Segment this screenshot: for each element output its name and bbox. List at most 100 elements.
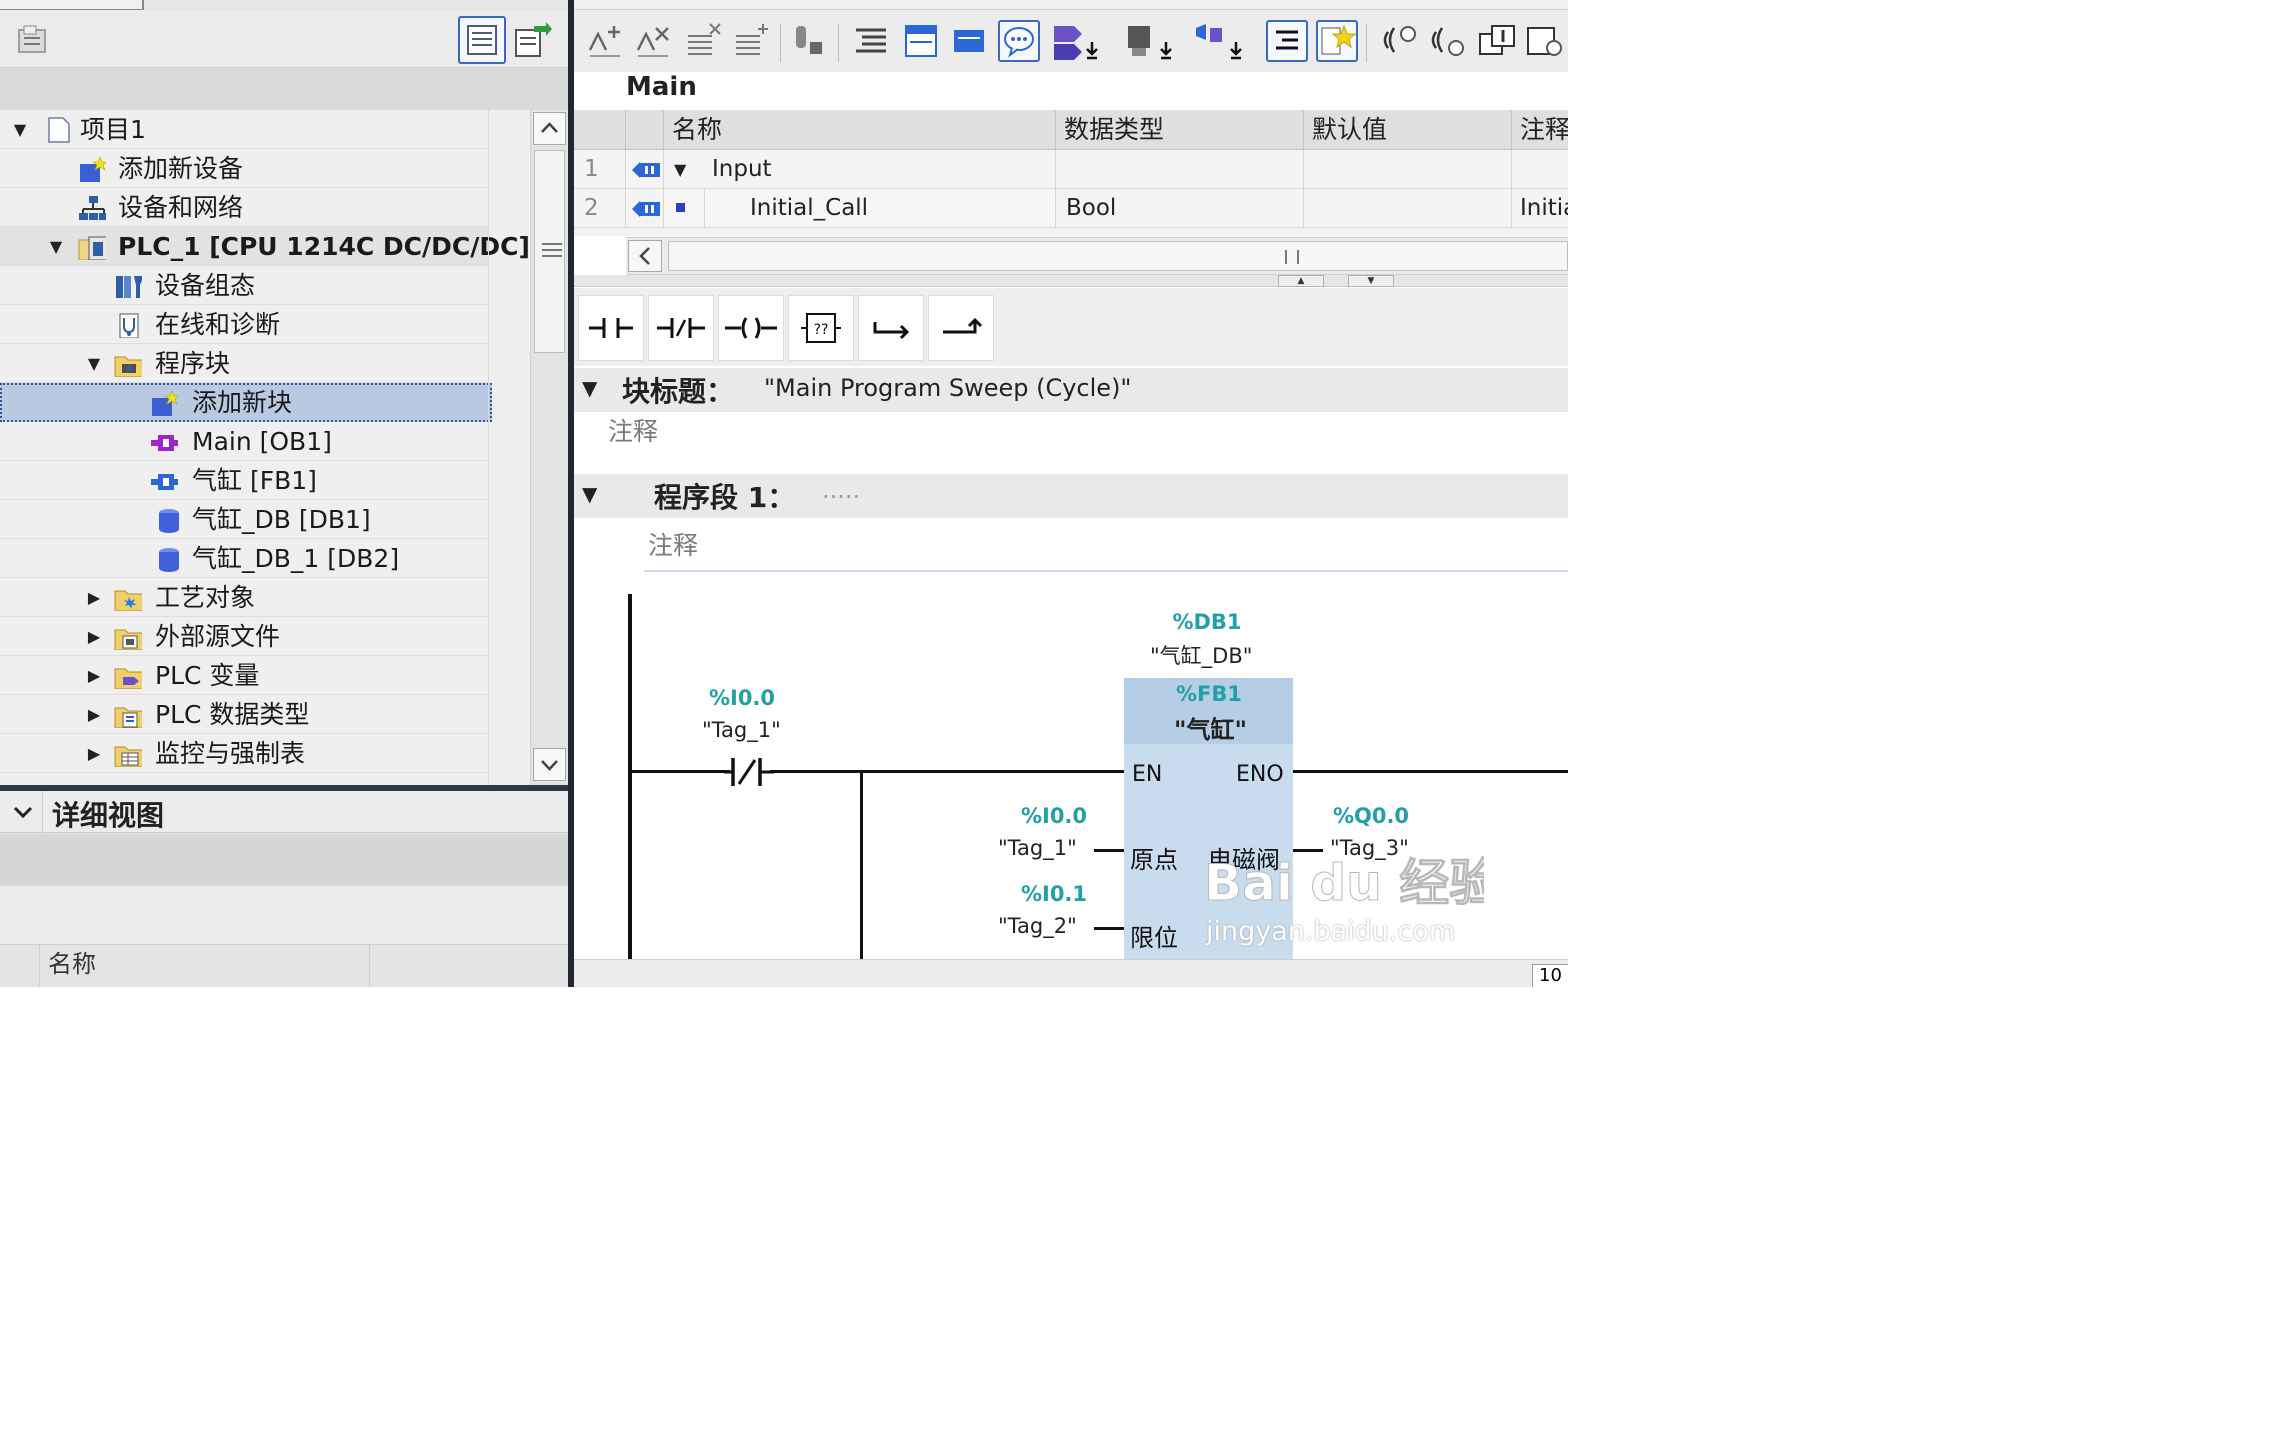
- interface-split-handle[interactable]: ▲ ▼: [574, 275, 1568, 287]
- tree-item-external-sources[interactable]: ▶ 外部源文件: [0, 617, 488, 656]
- monitor-off-icon[interactable]: [1426, 20, 1468, 62]
- interface-row-input[interactable]: ▼ Input: [664, 150, 1056, 189]
- lad-favorites-bar: ??: [574, 288, 1568, 366]
- cell-default-value[interactable]: [1304, 150, 1512, 189]
- close-branch-button[interactable]: [928, 295, 994, 361]
- expand-all-icon[interactable]: [850, 20, 892, 62]
- column-header-comment[interactable]: 注释: [1512, 110, 1568, 150]
- block-comment[interactable]: 注释: [574, 412, 1568, 474]
- column-header-name[interactable]: 名称: [40, 945, 370, 987]
- insert-row-icon[interactable]: [682, 20, 724, 62]
- instance-db-name[interactable]: "气缸_DB": [1150, 640, 1252, 670]
- tree-item-devices-networks[interactable]: 设备和网络: [0, 188, 488, 227]
- tree-item-plc[interactable]: ▼ PLC_1 [CPU 1214C DC/DC/DC]: [0, 227, 530, 266]
- interface-hscrollbar[interactable]: [626, 237, 1568, 275]
- zoom-field[interactable]: 10: [1532, 964, 1568, 987]
- expand-arrow-icon[interactable]: ▼: [674, 150, 686, 188]
- comments-toggle-button[interactable]: [998, 20, 1040, 62]
- contact-address[interactable]: %I0.0: [702, 686, 782, 710]
- instance-db-address[interactable]: %DB1: [1162, 610, 1252, 634]
- output1-address[interactable]: %Q0.0: [1326, 804, 1416, 828]
- chevron-down-icon[interactable]: [8, 797, 38, 827]
- tag-info-icon[interactable]: [1192, 20, 1248, 62]
- expand-arrow-icon[interactable]: ▼: [10, 110, 30, 149]
- tree-item-db1[interactable]: 气缸_DB [DB1]: [0, 500, 488, 539]
- tree-item-plc-tags[interactable]: ▶ PLC 变量: [0, 656, 488, 695]
- download-icon[interactable]: [1476, 20, 1518, 62]
- network-1-header[interactable]: ▼ 程序段 1： .....: [574, 474, 1568, 518]
- tree-item-online-diagnostics[interactable]: 在线和诊断: [0, 305, 488, 344]
- scroll-left-button[interactable]: [628, 240, 662, 272]
- scroll-down-button[interactable]: [533, 748, 566, 781]
- tree-scrollbar[interactable]: [530, 110, 568, 785]
- cell-default-value[interactable]: [1304, 189, 1512, 228]
- rung-wire: [770, 770, 1124, 773]
- scroll-thumb[interactable]: [534, 150, 565, 353]
- add-row-icon[interactable]: [730, 20, 772, 62]
- delete-network-icon[interactable]: [632, 20, 674, 62]
- cell-data-type[interactable]: Bool: [1056, 189, 1304, 228]
- detail-view-header[interactable]: 详细视图: [0, 791, 568, 833]
- column-header-data-type[interactable]: 数据类型: [1056, 110, 1304, 150]
- tree-item-fb1[interactable]: 气缸 [FB1]: [0, 461, 488, 500]
- empty-box-button[interactable]: ??: [788, 295, 854, 361]
- collapse-arrow-icon[interactable]: ▶: [84, 734, 104, 773]
- input1-address[interactable]: %I0.0: [1014, 804, 1094, 828]
- detail-list-view-button[interactable]: [458, 16, 506, 64]
- absolute-addr-icon[interactable]: [1048, 20, 1104, 62]
- collapse-arrow-icon[interactable]: ▼: [582, 376, 597, 400]
- coil-button[interactable]: [718, 295, 784, 361]
- tree-item-db2[interactable]: 气缸_DB_1 [DB2]: [0, 539, 488, 578]
- symbol-info-icon[interactable]: [1122, 20, 1178, 62]
- scroll-up-button[interactable]: [533, 112, 566, 145]
- tree-item-plc-data-types[interactable]: ▶ PLC 数据类型: [0, 695, 488, 734]
- input1-tag[interactable]: "Tag_1": [998, 836, 1077, 860]
- nc-contact-button[interactable]: [648, 295, 714, 361]
- insert-network-icon[interactable]: [584, 20, 626, 62]
- tree-item-watch-force-tables[interactable]: ▶ 监控与强制表: [0, 734, 488, 773]
- input2-tag[interactable]: "Tag_2": [998, 914, 1077, 938]
- no-contact-button[interactable]: [578, 295, 644, 361]
- export-icon[interactable]: [512, 20, 552, 60]
- block-title-value[interactable]: "Main Program Sweep (Cycle)": [764, 374, 1131, 402]
- column-header-name[interactable]: 名称: [664, 110, 1056, 150]
- favorites-star-button[interactable]: [1316, 20, 1358, 62]
- tree-settings-icon[interactable]: [16, 24, 50, 56]
- open-branch-button[interactable]: [858, 295, 924, 361]
- collapse-arrow-icon[interactable]: ▶: [84, 656, 104, 695]
- collapse-arrow-icon[interactable]: ▶: [84, 578, 104, 617]
- network-title-placeholder[interactable]: .....: [822, 476, 860, 504]
- cell-comment[interactable]: [1512, 150, 1568, 189]
- monitor-on-icon[interactable]: [1378, 20, 1420, 62]
- contact-tag[interactable]: "Tag_1": [702, 718, 781, 742]
- network-overview-icon[interactable]: [948, 20, 990, 62]
- hscroll-thumb[interactable]: [668, 241, 1568, 271]
- collapse-arrow-icon[interactable]: ▶: [84, 695, 104, 734]
- column-header-default-value[interactable]: 默认值: [1304, 110, 1512, 150]
- tree-item-device-config[interactable]: 设备组态: [0, 266, 488, 305]
- tree-item-program-blocks[interactable]: ▼ 程序块: [0, 344, 488, 383]
- input2-address[interactable]: %I0.1: [1014, 882, 1094, 906]
- cell-data-type[interactable]: [1056, 150, 1304, 189]
- network-comment[interactable]: 注释: [644, 518, 1568, 572]
- expand-arrow-icon[interactable]: ▼: [84, 344, 104, 383]
- split-down-button[interactable]: ▼: [1348, 275, 1394, 287]
- tree-item-add-device[interactable]: 添加新设备: [0, 149, 488, 188]
- tree-item-project[interactable]: ▼ 项目1: [0, 110, 488, 149]
- expand-arrow-icon[interactable]: ▼: [46, 227, 66, 266]
- tree-item-main-ob1[interactable]: Main [OB1]: [0, 422, 488, 461]
- favorites-toggle-button[interactable]: [1266, 20, 1308, 62]
- tree-item-technology-objects[interactable]: ▶ 工艺对象: [0, 578, 488, 617]
- collapse-all-icon[interactable]: [900, 20, 942, 62]
- collapse-arrow-icon[interactable]: ▶: [84, 617, 104, 656]
- project-tree-tab[interactable]: [0, 0, 144, 10]
- block-title-bar[interactable]: ▼ 块标题： "Main Program Sweep (Cycle)": [574, 368, 1568, 412]
- abs-ops-icon[interactable]: [788, 20, 830, 62]
- collapse-arrow-icon[interactable]: ▼: [582, 482, 597, 506]
- nc-contact-icon[interactable]: [724, 754, 774, 790]
- tree-item-add-block[interactable]: 添加新块: [0, 383, 492, 422]
- cell-comment[interactable]: Initia: [1512, 189, 1568, 228]
- interface-row-initial-call[interactable]: Initial_Call: [664, 189, 1056, 228]
- upload-icon[interactable]: [1524, 20, 1566, 62]
- split-up-button[interactable]: ▲: [1278, 275, 1324, 287]
